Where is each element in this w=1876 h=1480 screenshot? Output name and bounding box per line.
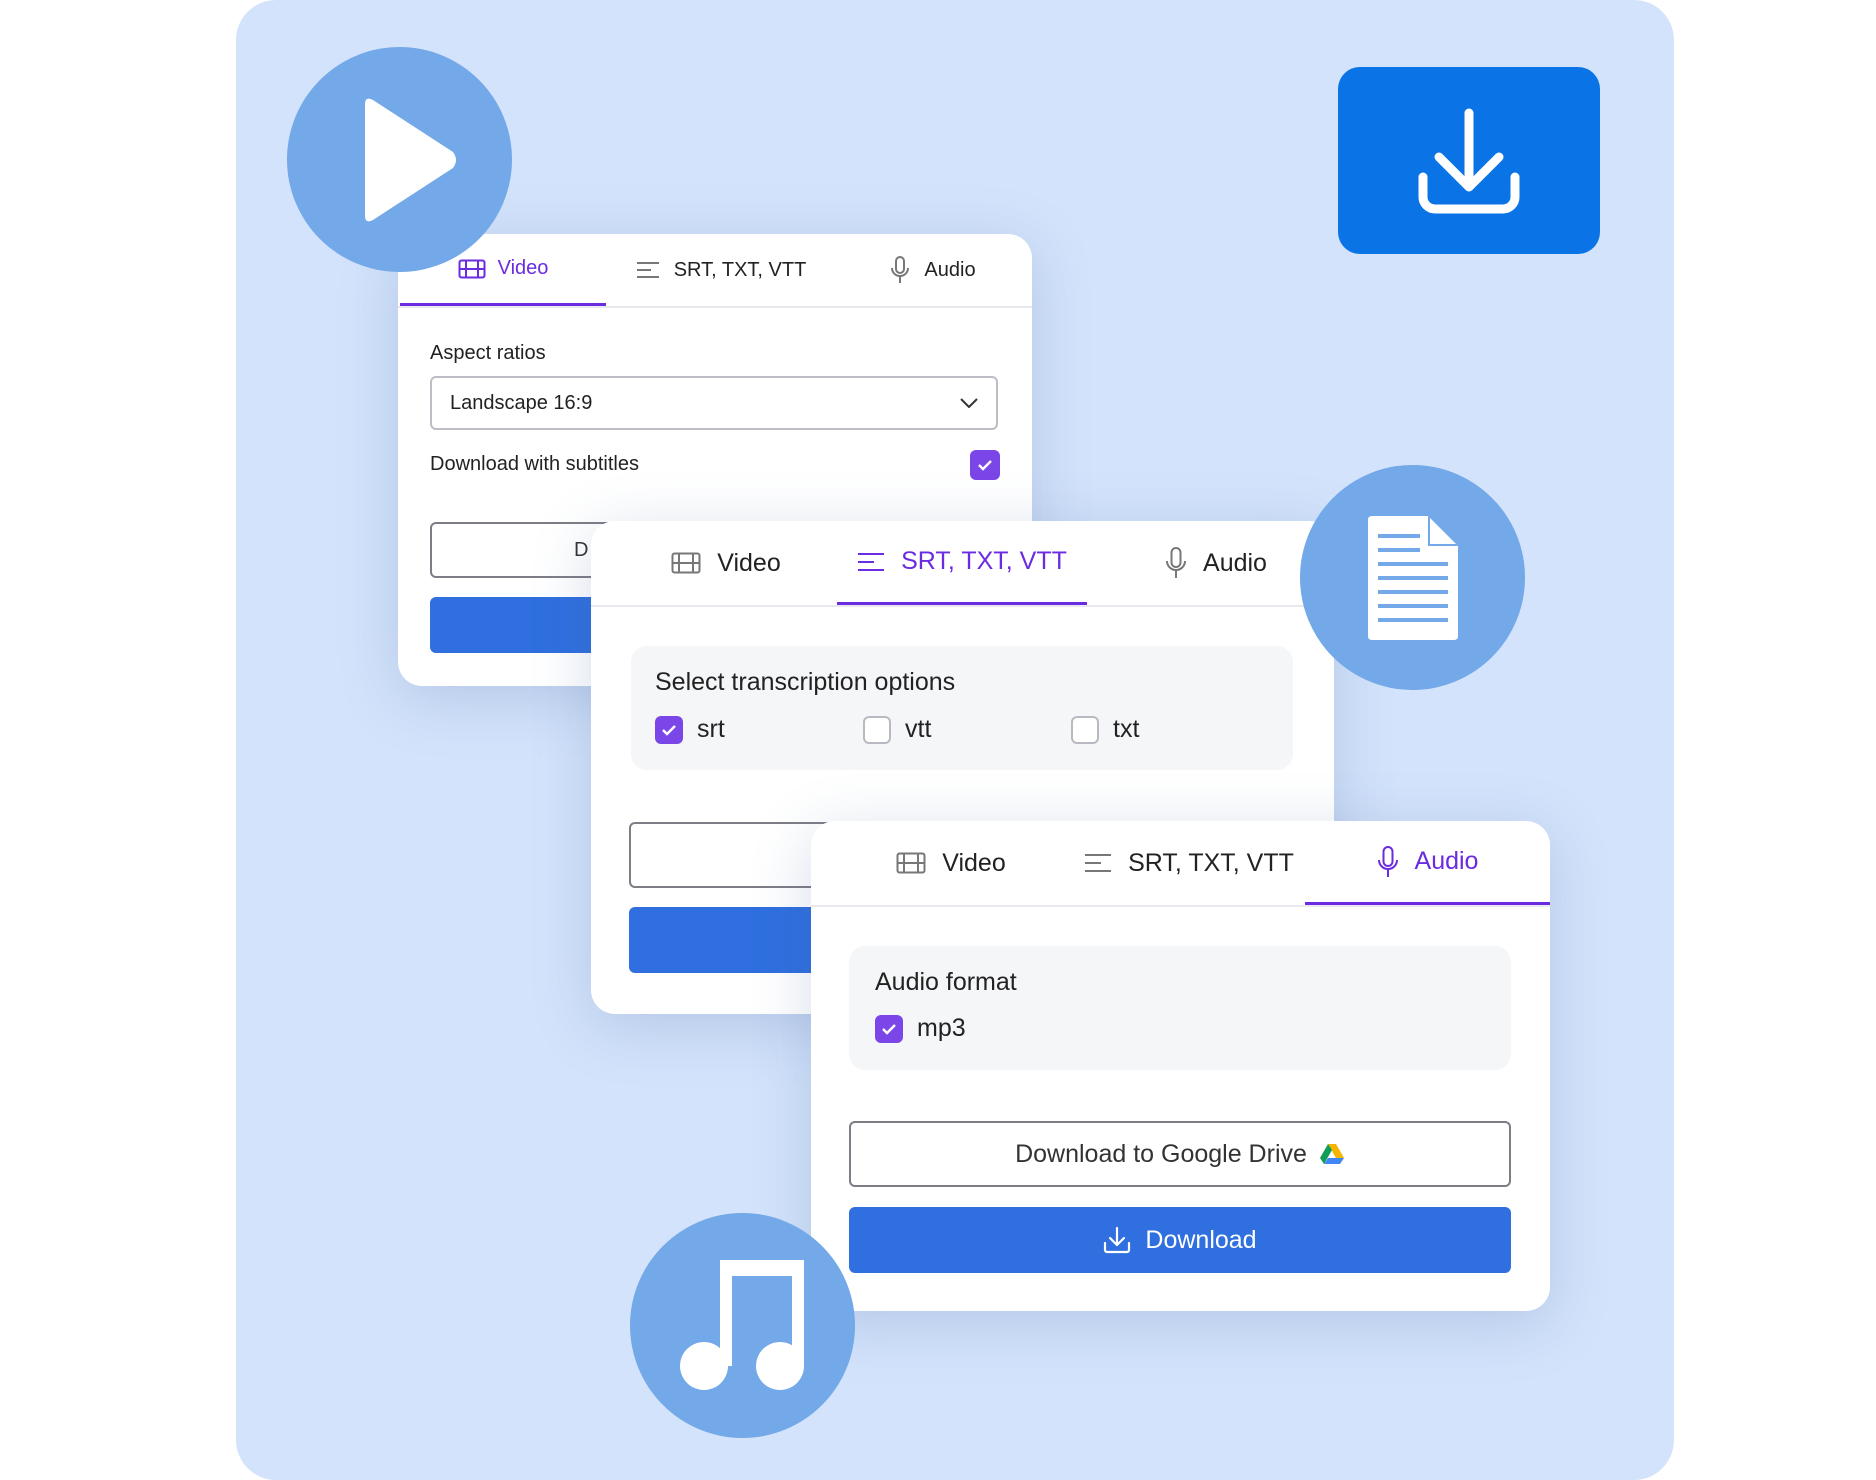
tab-transcript-label: SRT, TXT, VTT — [901, 547, 1067, 575]
document-circle[interactable] — [1300, 465, 1525, 690]
google-drive-icon — [1319, 1144, 1344, 1164]
chevron-down-icon — [960, 398, 978, 408]
download-icon — [1418, 108, 1520, 213]
download-tile[interactable] — [1338, 67, 1600, 254]
transcription-options-panel: Select transcription options srt vtt txt — [631, 646, 1293, 770]
srt-label: srt — [697, 715, 725, 743]
document-icon — [1367, 515, 1458, 640]
download-icon — [1104, 1226, 1131, 1254]
vtt-label: vtt — [905, 715, 932, 743]
text-lines-icon — [1085, 854, 1112, 872]
text-lines-icon — [636, 262, 659, 278]
tab-transcript[interactable]: SRT, TXT, VTT — [837, 521, 1087, 605]
microphone-icon — [1377, 845, 1398, 877]
audio-options-card: Video SRT, TXT, VTT Audio Audio format m… — [811, 821, 1550, 1311]
film-icon — [896, 852, 926, 874]
tab-audio-label: Audio — [1203, 548, 1267, 577]
transcription-options-heading: Select transcription options — [655, 668, 956, 696]
tab-bar: Video SRT, TXT, VTT Audio — [398, 234, 1032, 308]
tab-video-label: Video — [717, 548, 781, 577]
tab-audio[interactable]: Audio — [1131, 521, 1301, 605]
music-circle[interactable] — [630, 1213, 855, 1438]
google-drive-button-text: D — [574, 538, 589, 561]
check-icon — [882, 1023, 896, 1035]
tab-video-label: Video — [497, 257, 549, 279]
music-note-icon — [679, 1259, 804, 1390]
google-drive-button-label: Download to Google Drive — [1015, 1139, 1307, 1168]
tab-audio[interactable]: Audio — [838, 234, 1028, 306]
aspect-ratio-value: Landscape 16:9 — [450, 391, 593, 414]
vtt-checkbox[interactable] — [863, 715, 891, 744]
option-srt[interactable]: srt — [655, 715, 725, 744]
tab-audio[interactable]: Audio — [1305, 821, 1550, 905]
play-circle[interactable] — [287, 47, 512, 272]
tab-video-label: Video — [942, 848, 1006, 877]
audio-format-panel: Audio format mp3 — [849, 946, 1511, 1070]
play-icon — [364, 98, 456, 221]
tab-bar: Video SRT, TXT, VTT Audio — [591, 521, 1334, 607]
tab-transcript[interactable]: SRT, TXT, VTT — [1069, 821, 1309, 905]
aspect-ratios-label: Aspect ratios — [430, 342, 546, 364]
mp3-label: mp3 — [917, 1014, 966, 1042]
download-button[interactable]: Download — [849, 1207, 1511, 1273]
srt-checkbox[interactable] — [655, 715, 683, 744]
check-icon — [662, 724, 676, 736]
aspect-ratio-select[interactable]: Landscape 16:9 — [430, 376, 998, 430]
txt-label: txt — [1113, 715, 1140, 743]
microphone-icon — [1166, 547, 1187, 578]
tab-video[interactable]: Video — [631, 521, 821, 605]
subtitles-checkbox[interactable] — [970, 450, 1000, 480]
film-icon — [458, 259, 486, 278]
txt-checkbox[interactable] — [1071, 715, 1099, 744]
option-txt[interactable]: txt — [1071, 715, 1139, 744]
google-drive-button[interactable]: Download to Google Drive — [849, 1121, 1511, 1187]
tab-bar: Video SRT, TXT, VTT Audio — [811, 821, 1550, 907]
check-icon — [978, 460, 992, 471]
option-vtt[interactable]: vtt — [863, 715, 931, 744]
download-button-label: Download — [1145, 1225, 1257, 1254]
tab-transcript[interactable]: SRT, TXT, VTT — [608, 234, 834, 306]
tab-audio-label: Audio — [1414, 847, 1479, 875]
microphone-icon — [891, 256, 910, 283]
audio-format-heading: Audio format — [875, 968, 1017, 996]
film-icon — [671, 552, 701, 574]
subtitles-label: Download with subtitles — [430, 453, 639, 475]
tab-video[interactable]: Video — [871, 821, 1031, 905]
tab-audio-label: Audio — [924, 258, 976, 281]
tab-transcript-label: SRT, TXT, VTT — [1128, 848, 1294, 877]
tab-transcript-label: SRT, TXT, VTT — [673, 258, 807, 281]
text-lines-icon — [858, 552, 885, 571]
mp3-checkbox[interactable] — [875, 1014, 903, 1043]
option-mp3[interactable]: mp3 — [875, 1014, 966, 1043]
